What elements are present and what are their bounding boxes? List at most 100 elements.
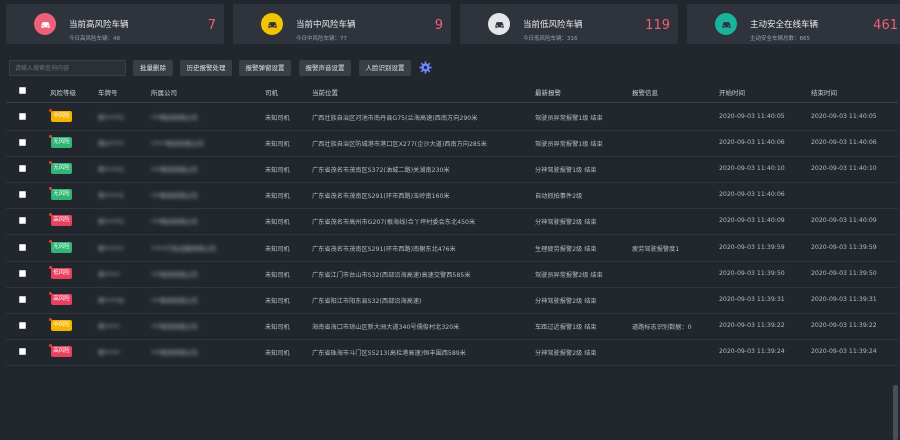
column-header[interactable]: 报警信息 [632,87,658,97]
alarm-cell: 车距过近报警1级 结束 [535,323,597,331]
alert-dot [49,265,52,269]
company-cell: ***物流有限公司 [151,167,198,175]
table-row[interactable]: 高风险 粤***** ***物流有限公司 未知司机 广东省珠海市斗门区S5213(高栏港… [6,339,898,366]
row-checkbox[interactable] [19,347,26,355]
risk-level-badge: 无风险 [51,163,72,175]
stat-cards: 当前高风险车辆 今日高风险车辆：48 7 当前中风险车辆 今日中风险车辆：77 … [0,0,900,48]
alarm-info-cell: 道路标志识别数据：0 [632,323,692,331]
risk-level-badge: 高风险 [51,345,72,357]
driver-cell: 未知司机 [265,245,290,253]
card-title: 当前高风险车辆 [69,20,129,30]
row-checkbox[interactable] [19,139,26,147]
alarm-cell: 分神驾驶报警2级 结束 [535,219,597,227]
end-time-cell: 2020-09-03 11:40:06 [811,139,877,147]
driver-cell: 未知司机 [265,323,290,331]
column-header[interactable]: 司机 [265,87,278,97]
table-row[interactable]: 低风险 粤***** ***物流有限公司 未知司机 广东省江门市台山市S32(西部沿海高… [6,261,898,288]
alarm-cell: 分神驾驶报警2级 结束 [535,297,597,305]
row-checkbox[interactable] [19,321,26,329]
car-icon [34,13,56,35]
car-icon [488,13,510,35]
risk-level-badge: 低风险 [51,267,72,279]
alarm-cell: 生理疲劳报警2级 结束 [535,245,597,253]
start-time-cell: 2020-09-03 11:39:22 [719,321,785,329]
column-header[interactable]: 结束时间 [811,87,837,97]
stat-card-low-risk[interactable]: 当前低风险车辆 今日低风险车辆：316 119 [460,4,678,44]
driver-cell: 未知司机 [265,271,290,279]
plate-cell: 粤*****8 [98,297,124,305]
row-checkbox[interactable] [19,113,26,120]
end-time-cell: 2020-09-03 11:39:59 [811,243,877,251]
scrollbar[interactable] [893,385,898,440]
end-time-cell: 2020-09-03 11:39:22 [811,321,877,329]
alarm-cell: 驾驶员异常报警1级 结束 [535,141,603,149]
stat-card-active-safety[interactable]: 主动安全在线车辆 主动安全车辆总数：865 461 [687,4,900,44]
history-alarm-button[interactable]: 历史报警处理 [180,60,232,76]
column-header[interactable]: 当前位置 [312,87,338,97]
row-checkbox[interactable] [19,295,26,303]
alarm-info-cell: 疲劳驾驶报警度1 [632,245,680,253]
alert-dot [49,239,52,243]
risk-level-badge: 无风险 [51,241,72,253]
table-row[interactable]: 无风险 粤*****5 ***物流有限公司 未知司机 广东省茂名市茂南区S372(油城二… [6,156,898,184]
row-checkbox[interactable] [19,243,26,251]
column-header[interactable]: 车牌号 [98,87,118,97]
company-cell: ***物流有限公司 [151,271,198,279]
table-row[interactable]: 无风险 粤*****7 *****汽车运输有限公司 未知司机 广东省茂名市茂南区S291… [6,235,898,262]
card-subtitle: 今日中风险车辆：77 [296,36,348,42]
company-cell: ***物流有限公司 [151,193,198,201]
row-checkbox[interactable] [19,191,26,199]
table-row[interactable]: 无风险 粤*****3 ***物流有限公司 未知司机 广东省茂名市茂南区S291(环市西… [6,182,898,210]
start-time-cell: 2020-09-03 11:40:06 [719,139,785,147]
company-cell: ***物流有限公司 [151,323,198,331]
column-header[interactable]: 风险等级 [50,87,76,97]
row-checkbox[interactable] [19,217,26,225]
card-title: 主动安全在线车辆 [750,20,819,30]
company-cell: ***物流有限公司 [151,219,198,227]
location-cell: 广东省茂名市高州市G207(根海线)合丫坪村委会东北450米 [312,219,476,227]
start-time-cell: 2020-09-03 11:39:59 [719,243,785,251]
alarm-cell: 分神驾驶报警1级 结束 [535,167,597,175]
card-title: 当前低风险车辆 [523,20,583,30]
stat-card-high-risk[interactable]: 当前高风险车辆 今日高风险车辆：48 7 [6,4,224,44]
end-time-cell: 2020-09-03 11:40:10 [811,165,877,173]
start-time-cell: 2020-09-03 11:39:50 [719,269,785,277]
alarm-sound-settings-button[interactable]: 报警声音设置 [299,60,351,76]
plate-cell: 粤*****5 [98,219,124,227]
table-row[interactable]: 高风险 粤*****8 ***物流有限公司 未知司机 广东省阳江市阳东县S32(西部沿海… [6,287,898,314]
column-header[interactable]: 最新报警 [535,87,561,97]
plate-cell: 粤*****3 [98,193,124,201]
card-value: 7 [207,18,216,33]
risk-level-badge: 高风险 [51,293,72,305]
company-cell: *****汽车运输有限公司 [151,245,216,253]
batch-delete-button[interactable]: 批量删除 [133,60,173,76]
select-all-checkbox[interactable] [19,87,26,94]
table-row[interactable]: 中风险 粤*****5 ***物流有限公司 未知司机 广西壮族自治区河池市南丹县G75(… [6,104,898,131]
table-row[interactable]: 无风险 粤H***** *****物流有限公司 未知司机 广西壮族自治区防城港市港口区X… [6,130,898,158]
row-checkbox[interactable] [19,269,26,277]
plate-cell: 粤H***** [98,141,125,149]
alarm-popup-settings-button[interactable]: 报警弹窗设置 [239,60,291,76]
alarm-cell: 驾驶员异常报警2级 结束 [535,271,603,279]
gear-icon[interactable] [419,61,432,74]
toolbar: 批量删除 历史报警处理 报警弹窗设置 报警声音设置 人脸识别设置 [0,58,900,80]
search-input[interactable] [9,60,126,76]
end-time-cell: 2020-09-03 11:39:24 [811,347,877,355]
start-time-cell: 2020-09-03 11:39:24 [719,347,785,355]
card-title: 当前中风险车辆 [296,20,356,30]
card-subtitle: 主动安全车辆总数：865 [750,36,811,42]
stat-card-mid-risk[interactable]: 当前中风险车辆 今日中风险车辆：77 9 [233,4,451,44]
end-time-cell: 2020-09-03 11:39:31 [811,295,877,303]
row-checkbox[interactable] [19,165,26,173]
table-row[interactable]: 高风险 粤*****5 ***物流有限公司 未知司机 广东省茂名市高州市G207(根海线… [6,208,898,236]
risk-level-badge: 无风险 [51,189,72,201]
column-header[interactable]: 开始时间 [719,87,745,97]
face-recognition-settings-button[interactable]: 人脸识别设置 [359,60,411,76]
column-header[interactable]: 所属公司 [151,87,177,97]
start-time-cell: 2020-09-03 11:39:31 [719,295,785,303]
table-row[interactable]: 中风险 粤***** ***物流有限公司 未知司机 海南省海口市琼山区新大洲大道340号… [6,313,898,340]
end-time-cell: 2020-09-03 11:40:09 [811,217,877,225]
driver-cell: 未知司机 [265,297,290,305]
risk-level-badge: 无风险 [51,137,72,149]
company-cell: ***物流有限公司 [151,297,198,305]
